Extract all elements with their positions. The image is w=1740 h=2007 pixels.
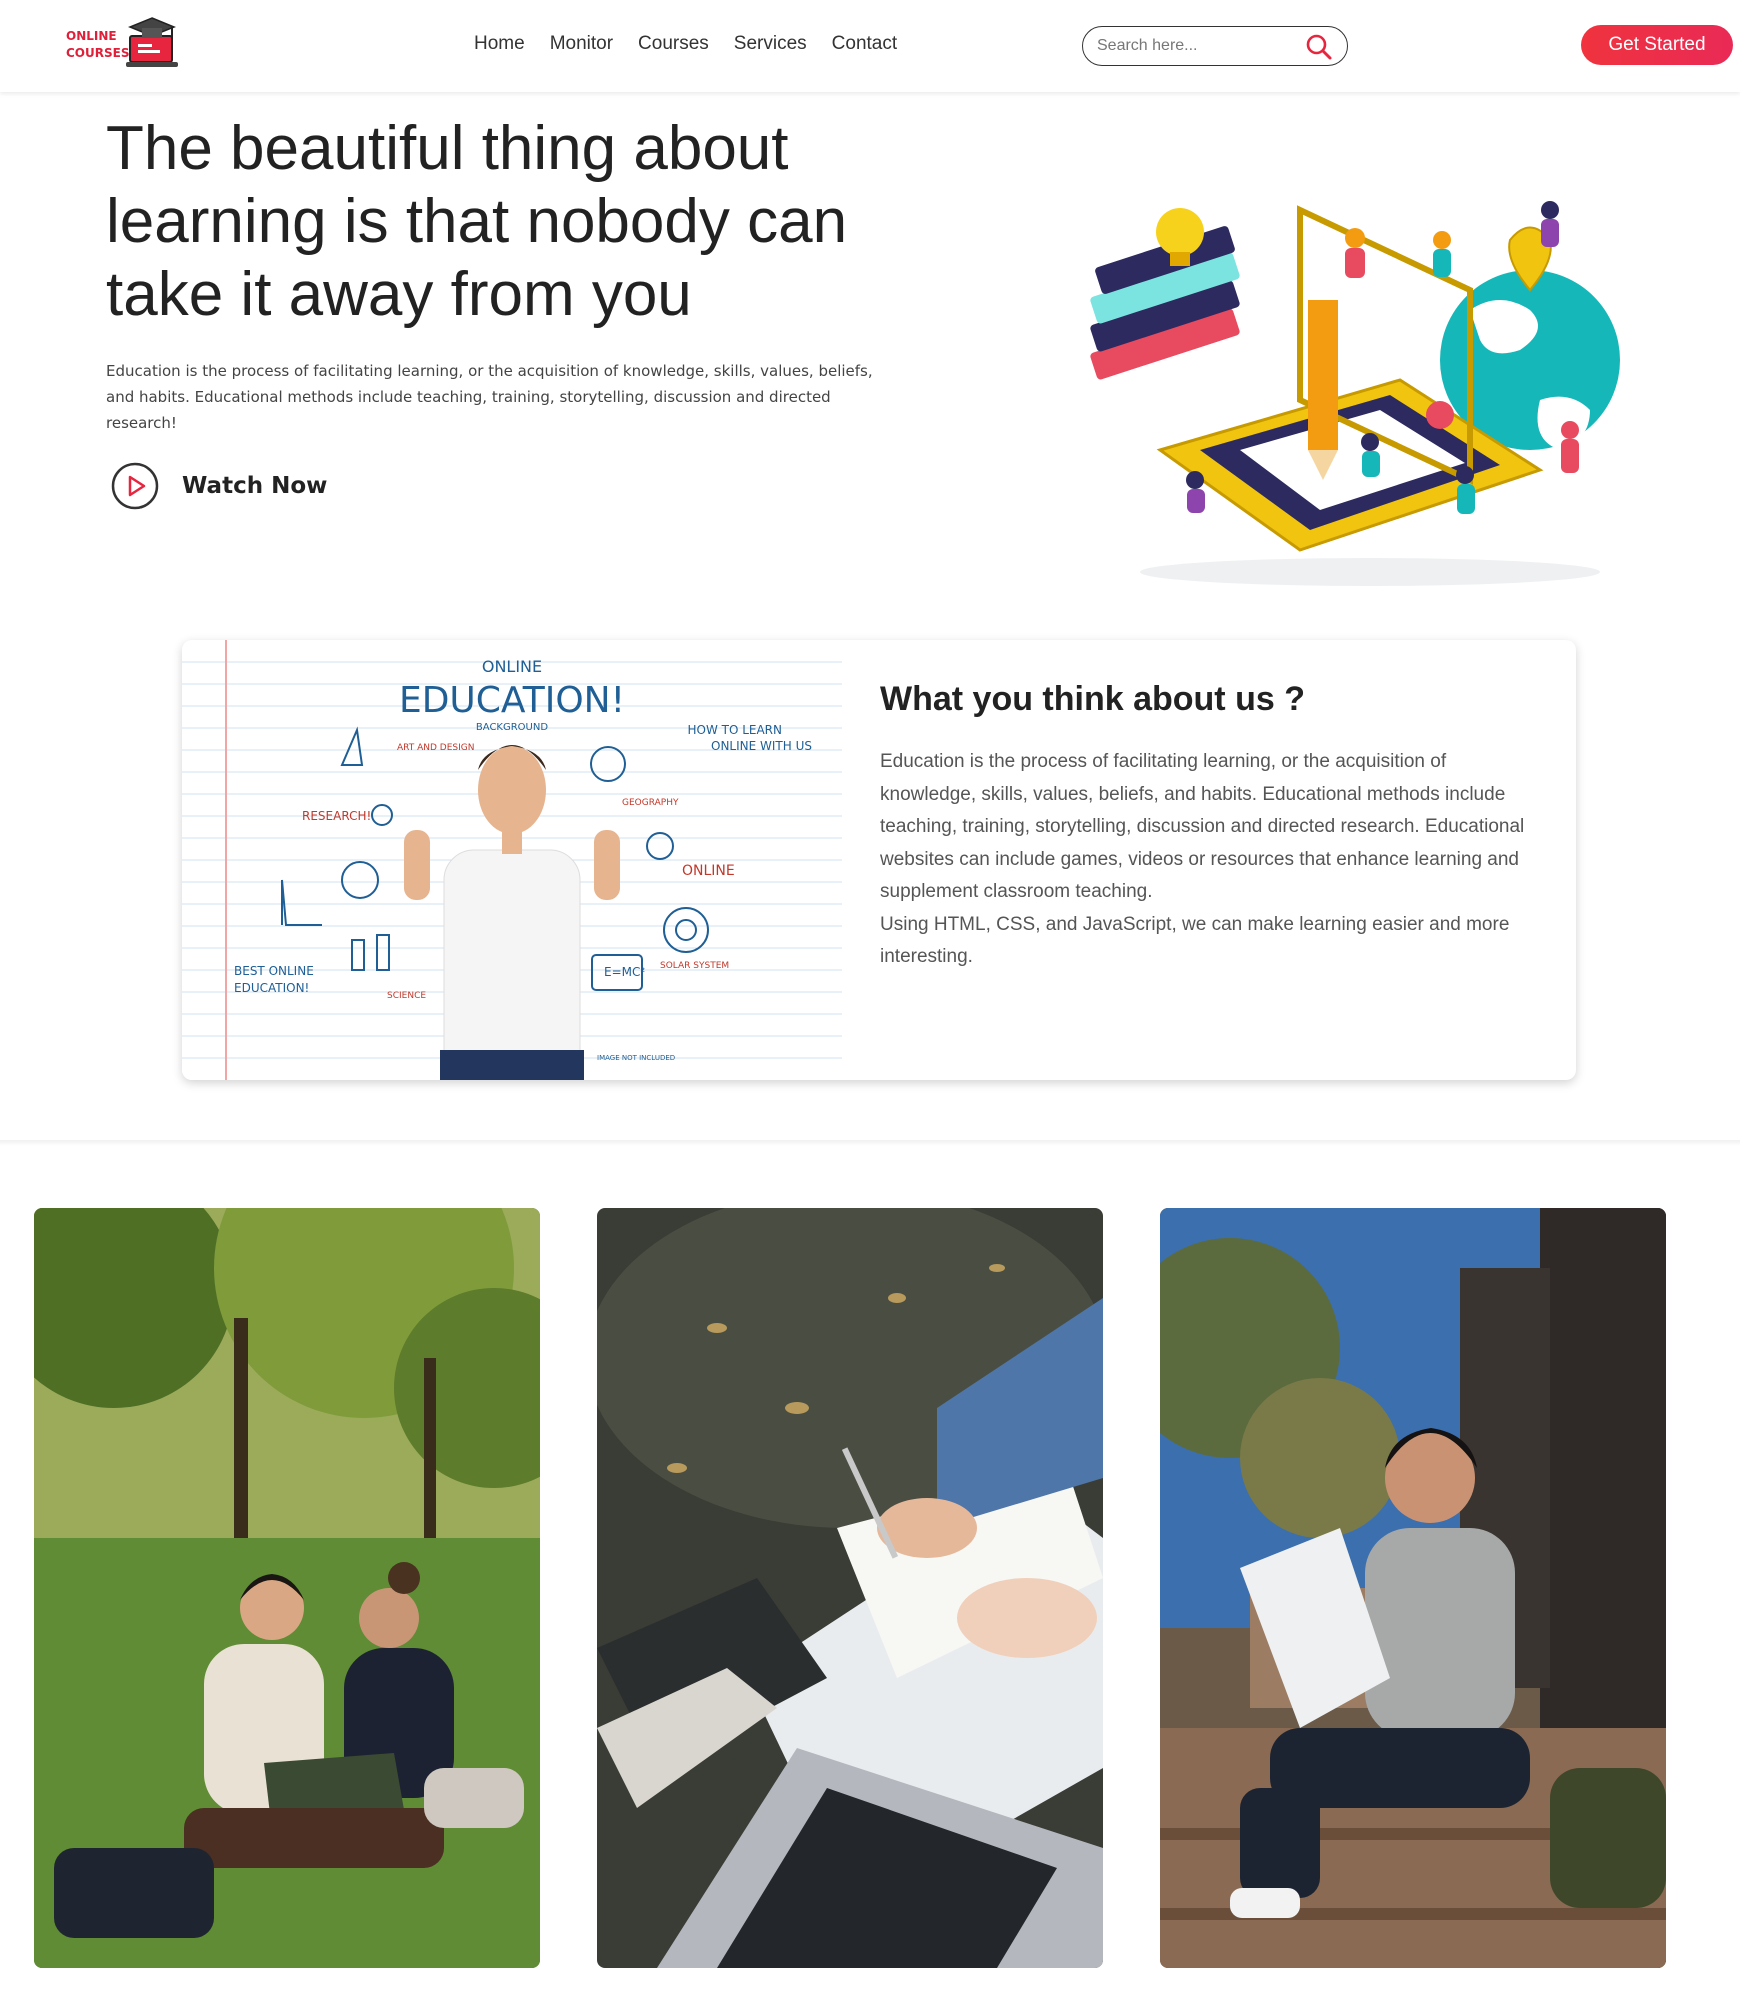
about-paragraph-2: Using HTML, CSS, and JavaScript, we can …: [880, 913, 1510, 968]
about-title: What you think about us ?: [880, 680, 1305, 718]
search-input[interactable]: [1097, 35, 1297, 57]
watch-now-label: Watch Now: [182, 473, 328, 499]
logo-text: ONLINE COURSES: [66, 28, 129, 62]
search-icon[interactable]: [1305, 33, 1333, 61]
poster-online-label: ONLINE: [682, 863, 735, 879]
search-box: [1082, 26, 1348, 66]
poster-best-online: BEST ONLINE: [234, 964, 314, 978]
main-nav: Home Monitor Courses Services Contact: [474, 33, 897, 55]
logo-line-2: COURSES: [66, 46, 130, 60]
logo-line-1: ONLINE: [66, 29, 117, 43]
poster-heading: EDUCATION!: [399, 680, 625, 721]
poster-not-included: IMAGE NOT INCLUDED: [597, 1054, 675, 1062]
poster-education: EDUCATION!: [234, 981, 309, 995]
nav-monitor[interactable]: Monitor: [550, 33, 613, 55]
laptop-graduation-cap-icon: [126, 17, 178, 67]
online-education-poster: ONLINE EDUCATION! BACKGROUND HOW TO LEAR…: [182, 640, 842, 1080]
hero-description: Education is the process of facilitating…: [106, 362, 873, 432]
poster-science: SCIENCE: [387, 991, 426, 1001]
section-divider: [0, 1140, 1740, 1146]
poster-solar: SOLAR SYSTEM: [660, 961, 729, 971]
poster-art-design: ART AND DESIGN: [397, 743, 474, 753]
navbar: ONLINE COURSES Home Monitor Courses Serv…: [0, 0, 1740, 92]
poster-geography: GEOGRAPHY: [622, 798, 679, 808]
nav-contact[interactable]: Contact: [832, 33, 897, 55]
poster-formula: E=MC²: [604, 965, 645, 979]
nav-home[interactable]: Home: [474, 33, 525, 55]
about-paragraph-1: Education is the process of facilitating…: [880, 751, 1525, 902]
online-learning-illustration: [1090, 201, 1620, 586]
play-icon[interactable]: [110, 461, 160, 511]
photo-hands-writing-notes[interactable]: [597, 1208, 1103, 1968]
photo-student-on-steps[interactable]: [1160, 1208, 1666, 1968]
watch-now-button[interactable]: Watch Now: [110, 461, 327, 511]
about-card: ONLINE EDUCATION! BACKGROUND HOW TO LEAR…: [182, 640, 1576, 1080]
logo[interactable]: ONLINE COURSES: [62, 14, 182, 70]
poster-how-to: HOW TO LEARN: [687, 723, 782, 737]
nav-courses[interactable]: Courses: [638, 33, 709, 55]
poster-research: RESEARCH!: [302, 809, 371, 823]
nav-services[interactable]: Services: [734, 33, 807, 55]
poster-background: BACKGROUND: [476, 722, 548, 733]
hero-title: The beautiful thing about learning is th…: [106, 114, 848, 329]
about-description: Education is the process of facilitating…: [880, 746, 1540, 974]
get-started-button[interactable]: Get Started: [1581, 25, 1733, 65]
poster-online: ONLINE: [482, 657, 542, 676]
photo-students-on-grass[interactable]: [34, 1208, 540, 1968]
poster-online-with-us: ONLINE WITH US: [711, 739, 812, 753]
